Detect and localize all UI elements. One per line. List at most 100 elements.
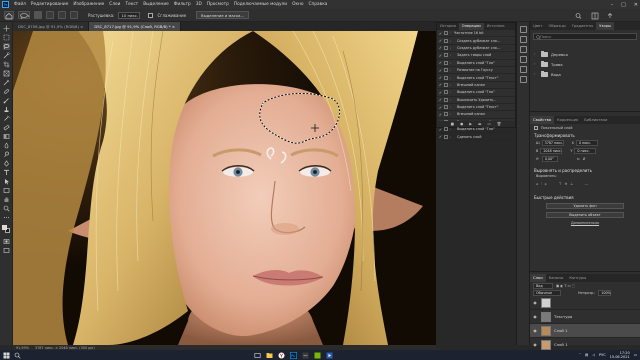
chevron-right-icon[interactable]: › <box>450 76 453 80</box>
checkmark-icon[interactable]: ✓ <box>437 31 444 36</box>
dialog-toggle-icon[interactable] <box>444 97 448 102</box>
align-left-icon[interactable]: ⫷ <box>536 182 538 186</box>
frame-tool-icon[interactable] <box>3 70 10 77</box>
document-tab[interactable]: DSC_8706.jpg @ 91,9% (RGB/8) × <box>13 22 90 31</box>
eyedropper-tool-icon[interactable] <box>3 79 10 86</box>
search-icon[interactable] <box>575 13 582 19</box>
tab-paths[interactable]: Контуры <box>566 274 589 282</box>
visibility-eye-icon[interactable]: ◉ <box>532 328 538 333</box>
new-set-icon[interactable]: ▬ <box>478 121 481 127</box>
x-input[interactable]: 0 пикс. <box>575 140 598 146</box>
action-item[interactable]: ✓ › Сделать слой <box>437 133 515 141</box>
workspace-icon[interactable] <box>591 12 599 20</box>
layer-name[interactable]: Текстура <box>554 314 572 319</box>
filter-icons[interactable]: ▣ ◐ T ▭ ⬚ <box>556 284 575 288</box>
intersect-selection-button[interactable] <box>70 11 78 19</box>
layer-kind-filter[interactable]: Вид <box>533 282 553 289</box>
tab-gradients[interactable]: Градиенты <box>569 22 597 30</box>
align-section-title[interactable]: Выровнять и распределить <box>530 167 640 174</box>
chevron-right-icon[interactable]: › <box>450 127 453 131</box>
action-item[interactable]: ✓ › Создать дубликат сло... <box>437 37 515 45</box>
tab-patterns[interactable]: Узоры <box>596 22 614 30</box>
type-tool-icon[interactable] <box>3 169 10 176</box>
chevron-right-icon[interactable]: › <box>450 39 453 43</box>
info-panel-icon[interactable] <box>520 76 527 83</box>
dialog-toggle-icon[interactable] <box>444 105 448 110</box>
tab-color[interactable]: Цвет <box>530 22 545 30</box>
checkmark-icon[interactable]: ✓ <box>437 82 444 87</box>
align-bottom-icon[interactable]: ⊥ <box>571 182 574 186</box>
media-app-icon[interactable] <box>326 352 333 359</box>
gradient-tool-icon[interactable] <box>3 133 10 140</box>
dodge-tool-icon[interactable] <box>3 151 10 158</box>
folder-item[interactable]: › Трава <box>530 59 640 69</box>
dialog-toggle-icon[interactable] <box>444 82 448 87</box>
lasso-preset-button[interactable] <box>18 11 30 20</box>
quick-actions-title[interactable]: Быстрые действия <box>530 194 640 201</box>
y-input[interactable]: 0 пикс. <box>574 148 597 154</box>
tab-swatches[interactable]: Образцы <box>545 22 568 30</box>
checkmark-icon[interactable]: ✓ <box>437 97 444 102</box>
close-icon[interactable]: ✕ <box>634 2 638 8</box>
dialog-toggle-icon[interactable] <box>444 31 448 36</box>
brush-settings-icon[interactable] <box>520 46 527 53</box>
windows-start-icon[interactable] <box>3 352 10 359</box>
dialog-toggle-icon[interactable] <box>444 45 448 50</box>
chevron-right-icon[interactable]: › <box>450 135 453 139</box>
checkmark-icon[interactable]: ✓ <box>437 112 444 117</box>
history-panel-icon[interactable] <box>520 26 527 33</box>
checkmark-icon[interactable]: ✓ <box>437 75 444 80</box>
chevron-up-icon[interactable]: ˄ <box>579 353 581 357</box>
document-canvas[interactable] <box>13 31 436 345</box>
screen-mode-icon[interactable] <box>3 247 10 254</box>
more-link[interactable]: Дополнительно <box>530 221 640 225</box>
more-options-icon[interactable]: … <box>584 182 587 186</box>
minimize-icon[interactable]: – <box>611 2 614 8</box>
dialog-toggle-icon[interactable] <box>444 75 448 80</box>
menu-type[interactable]: Текст <box>125 2 138 7</box>
search-icon[interactable] <box>14 352 21 359</box>
chevron-right-icon[interactable]: › <box>450 68 453 72</box>
checkmark-icon[interactable]: ✓ <box>437 38 444 43</box>
menu-select[interactable]: Выделение <box>143 2 169 7</box>
antialias-checkbox[interactable] <box>148 12 154 18</box>
visibility-eye-icon[interactable]: ◉ <box>532 300 538 305</box>
yandex-browser-icon[interactable] <box>278 352 285 359</box>
quick-mask-icon[interactable] <box>3 238 10 245</box>
maximize-icon[interactable]: □ <box>621 2 626 8</box>
checkmark-icon[interactable]: ✓ <box>437 90 444 95</box>
chevron-right-icon[interactable]: › <box>450 46 453 50</box>
checkmark-icon[interactable]: ✓ <box>437 45 444 50</box>
new-selection-button[interactable] <box>34 11 42 19</box>
network-icon[interactable]: ▤ <box>585 353 588 357</box>
blend-mode-select[interactable]: Обычные <box>533 289 561 296</box>
flip-vertical-icon[interactable]: ⇵ <box>583 157 586 161</box>
action-item[interactable]: ✓ › Выделить слой "Гло" <box>437 126 515 134</box>
blur-tool-icon[interactable] <box>3 142 10 149</box>
menu-window[interactable]: Окно <box>292 2 303 7</box>
paragraph-panel-icon[interactable] <box>520 66 527 73</box>
clock[interactable]: 17:20 15.06.2021 <box>610 351 630 359</box>
folder-item[interactable]: › Вода <box>530 69 640 79</box>
file-explorer-icon[interactable] <box>266 352 273 359</box>
visibility-eye-icon[interactable]: ◉ <box>532 342 538 347</box>
nvidia-icon[interactable] <box>314 352 321 359</box>
history-brush-tool-icon[interactable] <box>3 115 10 122</box>
layer-row[interactable]: ◉ <box>530 296 640 310</box>
height-input[interactable]: 2048 пикс. <box>540 148 563 154</box>
checkmark-icon[interactable]: ✓ <box>437 60 444 65</box>
dialog-toggle-icon[interactable] <box>444 53 448 58</box>
dialog-toggle-icon[interactable] <box>444 60 448 65</box>
action-item[interactable]: ✓ › Размытие по Гауссу <box>437 67 515 75</box>
checkmark-icon[interactable]: ✓ <box>437 127 444 132</box>
align-center-icon[interactable]: ⫶ <box>541 182 542 186</box>
checkmark-icon[interactable]: ✓ <box>437 68 444 73</box>
dialog-toggle-icon[interactable] <box>444 127 448 132</box>
tab-adjustments[interactable]: Коррекция <box>554 116 581 124</box>
tab-properties[interactable]: Свойства <box>530 116 555 124</box>
patterns-search-input[interactable]: Поиск <box>533 33 637 40</box>
menu-file[interactable]: Файл <box>14 2 26 7</box>
action-item[interactable]: ✓ ˅ Частотное 16 bit <box>437 30 515 38</box>
zoom-level[interactable]: 91,59% <box>16 346 29 350</box>
clone-stamp-tool-icon[interactable] <box>3 106 10 113</box>
